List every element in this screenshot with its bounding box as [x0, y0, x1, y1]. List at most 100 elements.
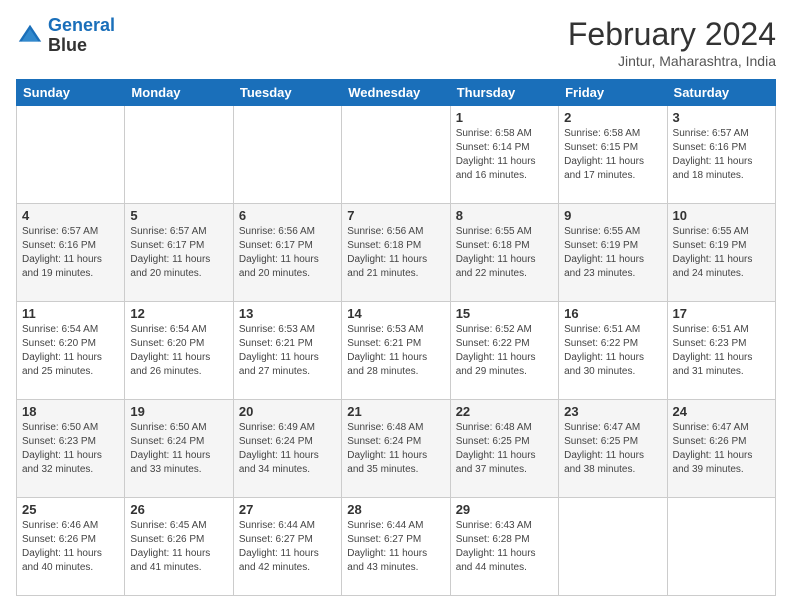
calendar-cell: 7 Sunrise: 6:56 AM Sunset: 6:18 PM Daylig…: [342, 204, 450, 302]
calendar-cell: 16Sunrise: 6:51 AM Sunset: 6:22 PM Dayli…: [559, 302, 667, 400]
day-info: Sunrise: 6:56 AM Sunset: 6:17 PM Dayligh…: [239, 225, 336, 281]
calendar-cell: 14 Sunrise: 6:53 AM Sunset: 6:21 PM Dayli…: [342, 302, 450, 400]
day-info: Sunrise: 6:48 AM Sunset: 6:25 PM Dayligh…: [456, 421, 553, 477]
day-info: Sunrise: 6:48 AM Sunset: 6:24 PM Dayligh…: [347, 421, 444, 477]
day-header-wednesday: Wednesday: [342, 80, 450, 106]
calendar-cell: 21 Sunrise: 6:48 AM Sunset: 6:24 PM Dayli…: [342, 400, 450, 498]
day-number: 6: [239, 208, 336, 223]
logo: General Blue: [16, 16, 115, 56]
day-number: 20: [239, 404, 336, 419]
day-info: Sunrise: 6:55 AM Sunset: 6:19 PM Dayligh…: [564, 225, 661, 281]
day-info: Sunrise: 6:57 AM Sunset: 6:16 PM Dayligh…: [22, 225, 119, 281]
day-info: Sunrise: 6:47 AM Sunset: 6:26 PM Dayligh…: [673, 421, 770, 477]
day-number: 2: [564, 110, 661, 125]
day-number: 25: [22, 502, 119, 517]
day-header-monday: Monday: [125, 80, 233, 106]
day-number: 16: [564, 306, 661, 321]
day-info: Sunrise: 6:43 AM Sunset: 6:28 PM Dayligh…: [456, 519, 553, 575]
day-number: 4: [22, 208, 119, 223]
calendar-cell: 19Sunrise: 6:50 AM Sunset: 6:24 PM Dayli…: [125, 400, 233, 498]
day-info: Sunrise: 6:58 AM Sunset: 6:14 PM Dayligh…: [456, 127, 553, 183]
calendar-cell: 18 Sunrise: 6:50 AM Sunset: 6:23 PM Dayli…: [17, 400, 125, 498]
logo-icon: [16, 22, 44, 50]
day-number: 29: [456, 502, 553, 517]
day-header-sunday: Sunday: [17, 80, 125, 106]
calendar-cell: 20 Sunrise: 6:49 AM Sunset: 6:24 PM Dayli…: [233, 400, 341, 498]
day-number: 21: [347, 404, 444, 419]
day-number: 23: [564, 404, 661, 419]
title-block: February 2024 Jintur, Maharashtra, India: [568, 16, 776, 69]
header: General Blue February 2024 Jintur, Mahar…: [16, 16, 776, 69]
day-number: 27: [239, 502, 336, 517]
day-info: Sunrise: 6:51 AM Sunset: 6:23 PM Dayligh…: [673, 323, 770, 379]
calendar-cell: 10Sunrise: 6:55 AM Sunset: 6:19 PM Dayli…: [667, 204, 775, 302]
calendar-cell: 12Sunrise: 6:54 AM Sunset: 6:20 PM Dayli…: [125, 302, 233, 400]
calendar-cell: 1 Sunrise: 6:58 AM Sunset: 6:14 PM Daylig…: [450, 106, 558, 204]
calendar-cell: 8 Sunrise: 6:55 AM Sunset: 6:18 PM Daylig…: [450, 204, 558, 302]
day-header-saturday: Saturday: [667, 80, 775, 106]
day-header-row: SundayMondayTuesdayWednesdayThursdayFrid…: [17, 80, 776, 106]
day-number: 8: [456, 208, 553, 223]
day-info: Sunrise: 6:52 AM Sunset: 6:22 PM Dayligh…: [456, 323, 553, 379]
day-info: Sunrise: 6:53 AM Sunset: 6:21 PM Dayligh…: [239, 323, 336, 379]
calendar-cell: 15 Sunrise: 6:52 AM Sunset: 6:22 PM Dayli…: [450, 302, 558, 400]
day-info: Sunrise: 6:55 AM Sunset: 6:19 PM Dayligh…: [673, 225, 770, 281]
day-number: 24: [673, 404, 770, 419]
day-header-thursday: Thursday: [450, 80, 558, 106]
calendar-cell: [559, 498, 667, 596]
calendar-cell: [125, 106, 233, 204]
calendar-cell: [17, 106, 125, 204]
day-info: Sunrise: 6:58 AM Sunset: 6:15 PM Dayligh…: [564, 127, 661, 183]
day-number: 5: [130, 208, 227, 223]
day-number: 14: [347, 306, 444, 321]
day-info: Sunrise: 6:57 AM Sunset: 6:16 PM Dayligh…: [673, 127, 770, 183]
calendar-cell: 29 Sunrise: 6:43 AM Sunset: 6:28 PM Dayli…: [450, 498, 558, 596]
day-number: 1: [456, 110, 553, 125]
day-number: 19: [130, 404, 227, 419]
day-number: 22: [456, 404, 553, 419]
day-info: Sunrise: 6:57 AM Sunset: 6:17 PM Dayligh…: [130, 225, 227, 281]
week-row-1: 1 Sunrise: 6:58 AM Sunset: 6:14 PM Daylig…: [17, 106, 776, 204]
day-header-friday: Friday: [559, 80, 667, 106]
day-info: Sunrise: 6:44 AM Sunset: 6:27 PM Dayligh…: [239, 519, 336, 575]
calendar-cell: [233, 106, 341, 204]
day-info: Sunrise: 6:45 AM Sunset: 6:26 PM Dayligh…: [130, 519, 227, 575]
week-row-4: 18 Sunrise: 6:50 AM Sunset: 6:23 PM Dayli…: [17, 400, 776, 498]
day-number: 15: [456, 306, 553, 321]
day-number: 18: [22, 404, 119, 419]
day-info: Sunrise: 6:55 AM Sunset: 6:18 PM Dayligh…: [456, 225, 553, 281]
main-title: February 2024: [568, 16, 776, 53]
calendar-cell: 27 Sunrise: 6:44 AM Sunset: 6:27 PM Dayli…: [233, 498, 341, 596]
day-number: 28: [347, 502, 444, 517]
day-number: 3: [673, 110, 770, 125]
week-row-5: 25Sunrise: 6:46 AM Sunset: 6:26 PM Dayli…: [17, 498, 776, 596]
day-info: Sunrise: 6:53 AM Sunset: 6:21 PM Dayligh…: [347, 323, 444, 379]
day-number: 17: [673, 306, 770, 321]
week-row-3: 11Sunrise: 6:54 AM Sunset: 6:20 PM Dayli…: [17, 302, 776, 400]
calendar-cell: 4 Sunrise: 6:57 AM Sunset: 6:16 PM Daylig…: [17, 204, 125, 302]
logo-text: General Blue: [48, 16, 115, 56]
calendar-cell: 23Sunrise: 6:47 AM Sunset: 6:25 PM Dayli…: [559, 400, 667, 498]
day-info: Sunrise: 6:49 AM Sunset: 6:24 PM Dayligh…: [239, 421, 336, 477]
subtitle: Jintur, Maharashtra, India: [568, 53, 776, 69]
calendar-cell: 24 Sunrise: 6:47 AM Sunset: 6:26 PM Dayli…: [667, 400, 775, 498]
day-header-tuesday: Tuesday: [233, 80, 341, 106]
day-number: 12: [130, 306, 227, 321]
week-row-2: 4 Sunrise: 6:57 AM Sunset: 6:16 PM Daylig…: [17, 204, 776, 302]
page: General Blue February 2024 Jintur, Mahar…: [0, 0, 792, 612]
day-info: Sunrise: 6:56 AM Sunset: 6:18 PM Dayligh…: [347, 225, 444, 281]
calendar-cell: [667, 498, 775, 596]
calendar-cell: 6 Sunrise: 6:56 AM Sunset: 6:17 PM Daylig…: [233, 204, 341, 302]
day-info: Sunrise: 6:50 AM Sunset: 6:23 PM Dayligh…: [22, 421, 119, 477]
calendar-cell: [342, 106, 450, 204]
calendar-cell: 28Sunrise: 6:44 AM Sunset: 6:27 PM Dayli…: [342, 498, 450, 596]
calendar-cell: 25Sunrise: 6:46 AM Sunset: 6:26 PM Dayli…: [17, 498, 125, 596]
day-number: 13: [239, 306, 336, 321]
day-number: 9: [564, 208, 661, 223]
day-number: 7: [347, 208, 444, 223]
day-number: 11: [22, 306, 119, 321]
calendar-cell: 5 Sunrise: 6:57 AM Sunset: 6:17 PM Daylig…: [125, 204, 233, 302]
calendar-cell: 22 Sunrise: 6:48 AM Sunset: 6:25 PM Dayli…: [450, 400, 558, 498]
calendar-cell: 3 Sunrise: 6:57 AM Sunset: 6:16 PM Daylig…: [667, 106, 775, 204]
calendar-cell: 13 Sunrise: 6:53 AM Sunset: 6:21 PM Dayli…: [233, 302, 341, 400]
